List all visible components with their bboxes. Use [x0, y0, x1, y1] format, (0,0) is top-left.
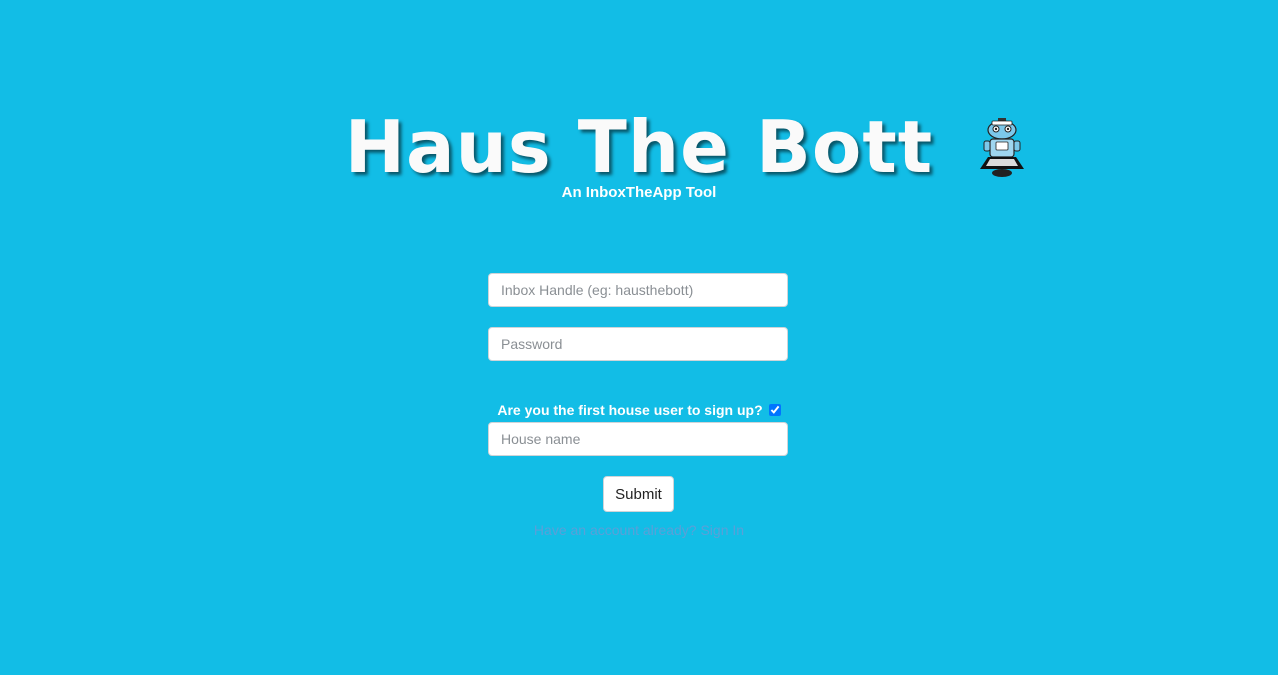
first-user-checkbox[interactable]	[768, 404, 781, 416]
app-subtitle: An InboxTheApp Tool	[561, 184, 717, 201]
house-name-input[interactable]	[488, 422, 788, 456]
robot-maid-icon	[980, 118, 1024, 177]
sign-in-link[interactable]: Have an account already? Sign In	[0, 522, 1278, 538]
submit-button[interactable]: Submit	[603, 476, 674, 512]
password-input[interactable]	[488, 327, 788, 361]
signup-page: Haus The Bott An InboxTheApp Tool Are yo…	[0, 0, 1278, 675]
first-user-row: Are you the first house user to sign up?	[0, 402, 1278, 418]
app-title: Haus The Bott	[344, 105, 934, 189]
inbox-handle-input[interactable]	[488, 273, 788, 307]
first-user-label: Are you the first house user to sign up?	[497, 402, 763, 418]
